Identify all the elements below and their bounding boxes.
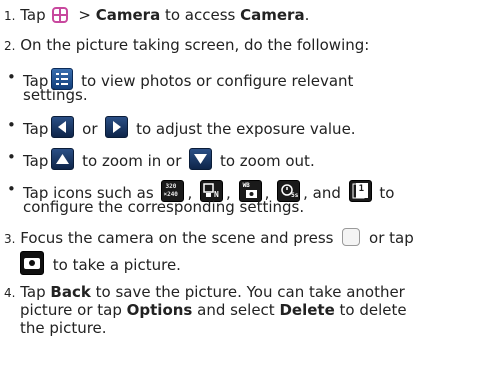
step-2: 2. On the picture taking screen, do the … bbox=[4, 36, 370, 54]
step-4: 4. Tap Back to save the picture. You can… bbox=[4, 283, 405, 301]
step-number: 1. bbox=[4, 9, 16, 23]
step-4-cont2: the picture. bbox=[20, 319, 107, 337]
step-number: 2. bbox=[4, 39, 16, 53]
bullet-options-cont: settings. bbox=[23, 86, 88, 104]
zoom-in-icon bbox=[51, 148, 75, 170]
bullet-dot: • bbox=[7, 148, 16, 166]
step-1: 1. Tap > Camera to access Camera. bbox=[4, 6, 310, 24]
step-number: 4. bbox=[4, 286, 16, 300]
bullet-settings-cont: configure the corresponding settings. bbox=[23, 198, 305, 216]
step-3: 3. Focus the camera on the scene and pre… bbox=[4, 228, 414, 247]
bullet-dot: • bbox=[7, 116, 16, 134]
step-4-cont: picture or tap Options and select Delete… bbox=[20, 301, 407, 319]
bullet-dot: • bbox=[7, 180, 16, 198]
exposure-right-icon bbox=[105, 116, 129, 138]
shutter-icon bbox=[20, 251, 44, 275]
step-3-cont: to take a picture. bbox=[20, 251, 181, 275]
main-menu-icon bbox=[51, 7, 68, 23]
step-number: 3. bbox=[4, 232, 16, 246]
exposure-left-icon bbox=[51, 116, 75, 138]
bullet-dot: • bbox=[7, 68, 16, 86]
camera-key-icon bbox=[342, 228, 361, 246]
bullet-exposure: Tap or to adjust the exposure value. bbox=[23, 116, 356, 138]
zoom-out-icon bbox=[189, 148, 213, 170]
burst-mode-icon: 1 bbox=[348, 180, 372, 202]
bullet-zoom: Tap to zoom in or to zoom out. bbox=[23, 148, 315, 170]
